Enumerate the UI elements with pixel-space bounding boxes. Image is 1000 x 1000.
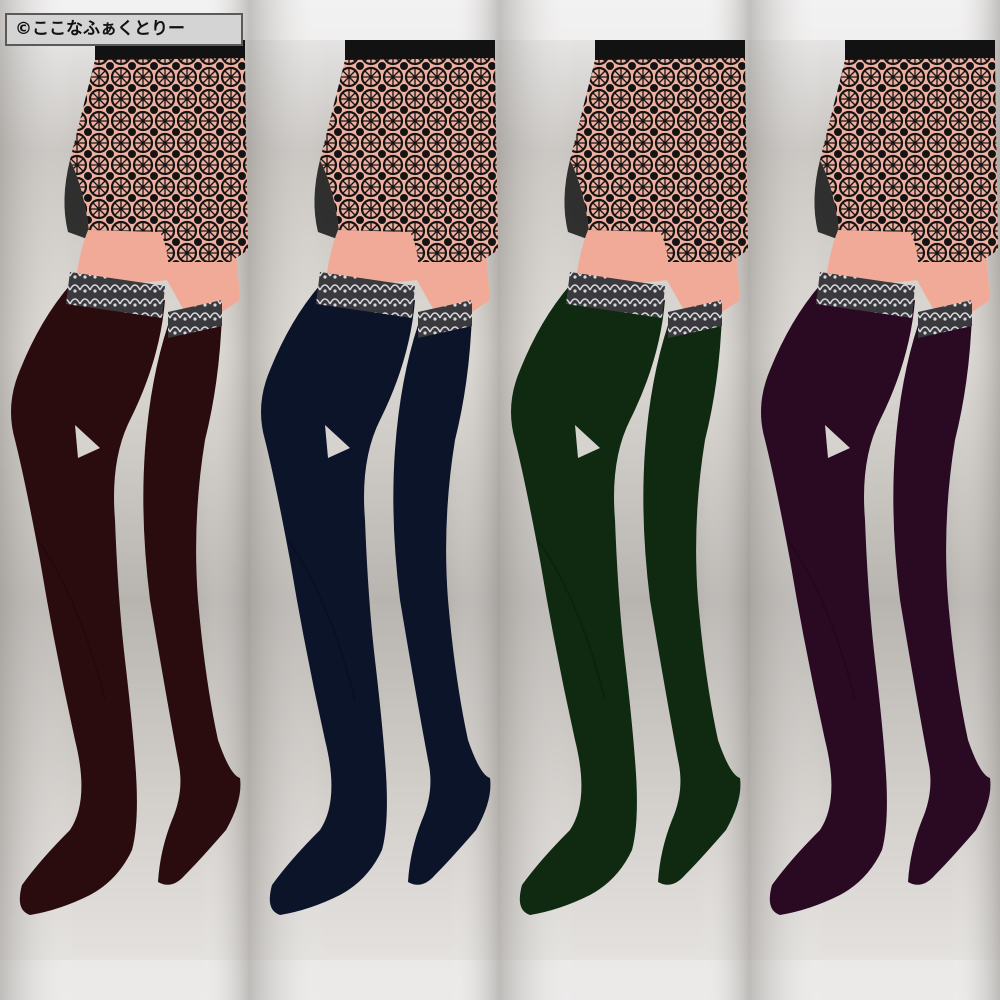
legs-illustration-navy bbox=[250, 0, 500, 1000]
legs-illustration-purple bbox=[750, 0, 1000, 1000]
variant-panel-purple bbox=[750, 0, 1000, 1000]
variant-panel-green bbox=[500, 0, 750, 1000]
legs-illustration-burgundy bbox=[0, 0, 250, 1000]
legs-illustration-green bbox=[500, 0, 750, 1000]
variant-panel-burgundy bbox=[0, 0, 250, 1000]
variant-panel-navy bbox=[250, 0, 500, 1000]
copyright-label: ©ここなふぁくとりー bbox=[5, 13, 243, 46]
product-image: ©ここなふぁくとりー bbox=[0, 0, 1000, 1000]
